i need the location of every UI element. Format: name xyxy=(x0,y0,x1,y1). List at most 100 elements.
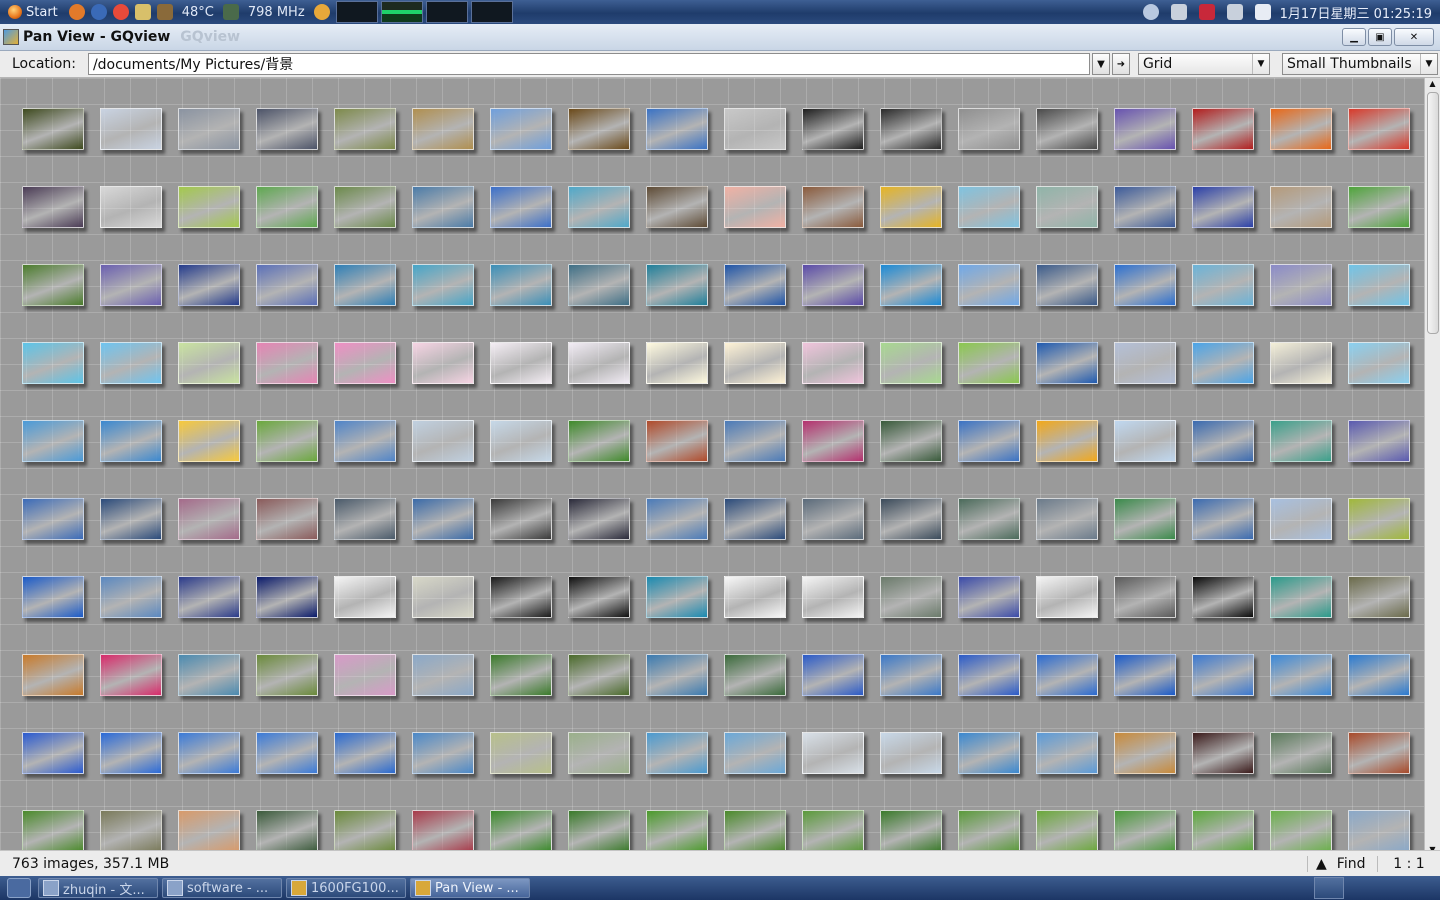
thumbnail-image[interactable] xyxy=(256,420,318,462)
thumbnail-image[interactable] xyxy=(1270,108,1332,150)
thumbnail-image[interactable] xyxy=(1348,732,1410,774)
thumbnail-image[interactable] xyxy=(1036,498,1098,540)
thumbnail-image[interactable] xyxy=(802,264,864,306)
volume-icon[interactable] xyxy=(1226,4,1243,20)
thumbnail-image[interactable] xyxy=(1270,654,1332,696)
thumbnail-image[interactable] xyxy=(880,108,942,150)
thumbnail-image[interactable] xyxy=(880,732,942,774)
thumbnail-image[interactable] xyxy=(22,654,84,696)
thumbnail-image[interactable] xyxy=(646,732,708,774)
taskbar-item-software[interactable]: software - ... xyxy=(162,878,282,898)
thumbnail-image[interactable] xyxy=(958,654,1020,696)
thumbnail-image[interactable] xyxy=(1270,264,1332,306)
help-lifebuoy-icon[interactable] xyxy=(112,4,129,20)
taskbar-item-pan-view[interactable]: Pan View - ... xyxy=(410,878,530,898)
thumbnail-image[interactable] xyxy=(1036,108,1098,150)
thumbnail-image[interactable] xyxy=(958,264,1020,306)
thumbnail-image[interactable] xyxy=(958,186,1020,228)
thumbnail-image[interactable] xyxy=(1036,342,1098,384)
thumbnail-image[interactable] xyxy=(646,342,708,384)
thumbnail-image[interactable] xyxy=(958,342,1020,384)
thumbnail-image[interactable] xyxy=(1192,186,1254,228)
taskbar-item-terminal[interactable]: zhuqin - 文... xyxy=(38,878,158,898)
thumbnail-image[interactable] xyxy=(100,186,162,228)
thumbnail-image[interactable] xyxy=(1192,108,1254,150)
thumbnail-image[interactable] xyxy=(880,420,942,462)
thumbnail-image[interactable] xyxy=(178,342,240,384)
thumbnail-image[interactable] xyxy=(802,576,864,618)
thumbnail-image[interactable] xyxy=(1348,342,1410,384)
thumbnail-image[interactable] xyxy=(490,186,552,228)
start-button[interactable]: Start xyxy=(0,1,66,23)
thumbnail-image[interactable] xyxy=(1036,264,1098,306)
thumbnail-size-select[interactable]: Small Thumbnails ▼ xyxy=(1281,53,1438,75)
clock[interactable]: 1月17日星期三 01:25:19 xyxy=(1280,3,1432,22)
thumbnail-image[interactable] xyxy=(1348,108,1410,150)
thumbnail-image[interactable] xyxy=(334,108,396,150)
thumbnail-image[interactable] xyxy=(490,108,552,150)
thumbnail-image[interactable] xyxy=(1114,108,1176,150)
thumbnail-image[interactable] xyxy=(256,732,318,774)
thumbnail-image[interactable] xyxy=(1348,186,1410,228)
thumbnail-image[interactable] xyxy=(880,576,942,618)
thumbnail-image[interactable] xyxy=(1114,264,1176,306)
thumbnail-image[interactable] xyxy=(646,654,708,696)
firefox-icon[interactable] xyxy=(68,4,85,20)
thumbnail-image[interactable] xyxy=(490,420,552,462)
thumbnail-image[interactable] xyxy=(724,576,786,618)
thumbnail-image[interactable] xyxy=(1348,420,1410,462)
thumbnail-image[interactable] xyxy=(958,420,1020,462)
vertical-scrollbar[interactable]: ▲ ▼ xyxy=(1424,78,1440,856)
thumbnail-image[interactable] xyxy=(334,420,396,462)
thumbnail-image[interactable] xyxy=(178,108,240,150)
thumbnail-image[interactable] xyxy=(724,264,786,306)
thumbnail-image[interactable] xyxy=(22,264,84,306)
thumbnail-image[interactable] xyxy=(1114,342,1176,384)
thumbnail-image[interactable] xyxy=(412,732,474,774)
thumbnail-image[interactable] xyxy=(1192,342,1254,384)
thumbnail-image[interactable] xyxy=(1114,810,1176,852)
battery-icon[interactable] xyxy=(1170,4,1187,20)
thumbnail-image[interactable] xyxy=(568,810,630,852)
thumbnail-image[interactable] xyxy=(1192,498,1254,540)
thumbnail-image[interactable] xyxy=(1114,654,1176,696)
thumbnail-image[interactable] xyxy=(1270,420,1332,462)
thumbnail-image[interactable] xyxy=(490,810,552,852)
thumbnail-image[interactable] xyxy=(256,264,318,306)
thumbnail-image[interactable] xyxy=(334,576,396,618)
thumbnail-image[interactable] xyxy=(100,420,162,462)
thumbnail-image[interactable] xyxy=(22,576,84,618)
thumbnail-image[interactable] xyxy=(412,810,474,852)
thumbnail-image[interactable] xyxy=(1114,420,1176,462)
thumbnail-image[interactable] xyxy=(802,420,864,462)
thumbnail-image[interactable] xyxy=(724,498,786,540)
thumbnail-image[interactable] xyxy=(568,186,630,228)
minimize-button[interactable]: ▁ xyxy=(1342,28,1366,46)
thumbnail-image[interactable] xyxy=(1114,576,1176,618)
location-input[interactable]: /documents/My Pictures/背景 xyxy=(87,53,1090,75)
thumbnail-image[interactable] xyxy=(724,732,786,774)
thumbnail-image[interactable] xyxy=(1348,576,1410,618)
thumbnail-image[interactable] xyxy=(1036,576,1098,618)
thumbnail-image[interactable] xyxy=(1114,498,1176,540)
thumbnail-grid[interactable] xyxy=(0,78,1424,856)
thumbnail-image[interactable] xyxy=(880,264,942,306)
thumbnail-image[interactable] xyxy=(412,498,474,540)
thumbnail-image[interactable] xyxy=(1192,810,1254,852)
go-button[interactable]: ➜ xyxy=(1111,53,1130,75)
scroll-up-arrow-icon[interactable]: ▲ xyxy=(1425,78,1440,90)
thumbnail-image[interactable] xyxy=(724,654,786,696)
network-icon[interactable] xyxy=(1142,4,1159,20)
thumbnail-image[interactable] xyxy=(802,108,864,150)
thumbnail-image[interactable] xyxy=(1270,498,1332,540)
thumbnail-image[interactable] xyxy=(178,498,240,540)
thumbnail-image[interactable] xyxy=(1192,420,1254,462)
thumbnail-image[interactable] xyxy=(334,732,396,774)
thumbnail-image[interactable] xyxy=(412,342,474,384)
thumbnail-image[interactable] xyxy=(100,264,162,306)
thumbnail-image[interactable] xyxy=(100,108,162,150)
thumbnail-image[interactable] xyxy=(568,654,630,696)
thumbnail-image[interactable] xyxy=(724,186,786,228)
thumbnail-image[interactable] xyxy=(490,342,552,384)
thumbnail-image[interactable] xyxy=(178,576,240,618)
